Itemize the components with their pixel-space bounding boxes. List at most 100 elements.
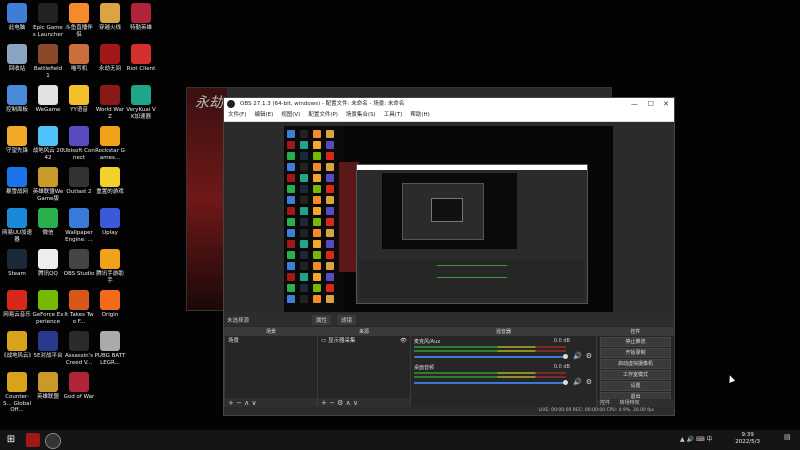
obs-preview[interactable] — [224, 122, 674, 313]
desktop-shortcut[interactable]: Rockstar Games... — [94, 126, 126, 161]
desktop-shortcut[interactable]: 英雄联盟 — [32, 372, 64, 401]
desktop-shortcut[interactable]: 重置的游戏 — [94, 167, 126, 196]
taskbar-game-icon[interactable] — [26, 433, 40, 447]
mirrored-icon — [300, 229, 308, 237]
speaker-icon[interactable]: 🔊 — [573, 378, 582, 386]
sources-dock: 来源 ▭ 显示器采集 👁 + − ⚙ ∧ ∨ — [317, 327, 411, 409]
desktop-shortcut[interactable]: 英雄联盟WeGame版 — [32, 167, 64, 202]
desktop-shortcut[interactable]: 穿越火线 — [94, 3, 126, 32]
taskbar-obs-icon[interactable] — [45, 433, 61, 449]
tab-transitions[interactable]: 转场特效 — [620, 400, 640, 406]
desktop-shortcut[interactable]: 网易UU加速器 — [1, 208, 33, 243]
desktop-shortcut[interactable]: WeGame — [32, 85, 64, 114]
menu-item[interactable]: 工具(T) — [384, 112, 403, 118]
desktop-shortcut[interactable]: 回收站 — [1, 44, 33, 73]
desktop-shortcut[interactable]: 喵写机 — [63, 44, 95, 73]
desktop-shortcut[interactable]: GeForce Experience — [32, 290, 64, 325]
mixer-name: 麦克风/Aux — [414, 339, 441, 345]
obs-window[interactable]: OBS 27.1.3 (64-bit, windows) - 配置文件: 未命名… — [223, 97, 675, 416]
desktop-shortcut[interactable]: Outlast 2 — [63, 167, 95, 196]
shortcut-label: Outlast 2 — [66, 189, 92, 195]
obs-title: OBS 27.1.3 (64-bit, windows) - 配置文件: 未命名… — [240, 101, 405, 107]
volume-knob[interactable] — [563, 354, 568, 359]
desktop-shortcut[interactable]: VeryKuai VK加速器 — [125, 85, 157, 120]
gear-icon[interactable]: ⚙ — [586, 378, 592, 386]
mirrored-icon — [313, 284, 321, 292]
scene-item[interactable]: 场景 — [225, 336, 317, 346]
virtual-camera-button[interactable]: 启动虚拟摄像机 — [600, 359, 671, 369]
system-tray[interactable]: ▲ 🔊 ⌨ 中 — [680, 433, 740, 447]
desktop-shortcut[interactable]: 《战地风云》 — [1, 331, 34, 360]
desktop-shortcut[interactable]: World War Z — [94, 85, 126, 120]
desktop-shortcut[interactable]: Assassin's Creed V... — [63, 331, 95, 366]
desktop-shortcut[interactable]: Ubisoft Connect — [63, 126, 95, 161]
properties-button[interactable]: 属性 — [312, 315, 332, 325]
app-icon — [100, 44, 120, 64]
desktop-shortcut[interactable]: 暴雪战网 — [1, 167, 33, 196]
app-icon — [7, 167, 27, 187]
desktop-shortcut[interactable]: 5E对战平台 — [32, 331, 64, 360]
obs-titlebar[interactable]: OBS 27.1.3 (64-bit, windows) - 配置文件: 未命名… — [224, 98, 674, 110]
volume-slider[interactable] — [414, 354, 568, 359]
desktop-shortcut[interactable]: 控制面板 — [1, 85, 33, 114]
desktop-shortcut[interactable]: 守望先锋 — [1, 126, 33, 155]
desktop-shortcut[interactable]: Wallpaper Engine: ... — [63, 208, 95, 243]
desktop-shortcut[interactable]: YY语音 — [63, 85, 95, 114]
input-language[interactable]: 中 — [706, 436, 712, 443]
desktop-shortcut[interactable]: Counter-S... Global Off... — [1, 372, 33, 414]
menu-item[interactable]: 文件(F) — [228, 112, 246, 118]
mirrored-icon — [326, 174, 334, 182]
mirrored-icon — [287, 196, 295, 204]
speaker-icon[interactable]: 🔊 — [573, 352, 582, 360]
volume-slider[interactable] — [414, 380, 568, 385]
desktop-shortcut[interactable]: 此电脑 — [1, 3, 33, 32]
shortcut-label: 斗鱼直播伴侣 — [65, 25, 93, 38]
windows-start-icon[interactable]: ⊞ — [4, 433, 18, 447]
desktop-shortcut[interactable]: Battlefield 1 — [32, 44, 64, 79]
desktop-shortcut[interactable]: Uplay — [94, 208, 126, 237]
settings-button[interactable]: 设置 — [600, 381, 671, 391]
desktop-shortcut[interactable]: OBS Studio — [63, 249, 95, 278]
filters-button[interactable]: 滤镜 — [337, 315, 357, 325]
source-item[interactable]: ▭ 显示器采集 👁 — [318, 336, 410, 346]
gear-icon[interactable]: ⚙ — [586, 352, 592, 360]
menu-item[interactable]: 场景集合(S) — [346, 112, 376, 118]
desktop-shortcut[interactable]: Epic Games Launcher — [32, 3, 64, 38]
stop-streaming-button[interactable]: 停止推流 — [600, 337, 671, 347]
app-icon — [69, 44, 89, 64]
desktop-shortcut[interactable]: Origin — [94, 290, 126, 319]
close-button[interactable]: ✕ — [663, 98, 669, 110]
app-icon — [38, 249, 58, 269]
menu-item[interactable]: 视图(V) — [281, 112, 300, 118]
menu-item[interactable]: 配置文件(P) — [308, 112, 338, 118]
desktop-shortcut[interactable]: Steam — [1, 249, 33, 278]
maximize-button[interactable]: ☐ — [648, 98, 654, 110]
mirrored-icon — [287, 295, 295, 303]
shortcut-label: Wallpaper Engine: ... — [65, 230, 93, 243]
desktop-shortcut[interactable]: 斗鱼直播伴侣 — [63, 3, 95, 38]
mirrored-icon — [300, 152, 308, 160]
desktop-shortcut[interactable]: It Takes Two F... — [63, 290, 95, 325]
desktop-shortcut[interactable]: 战地风云 2042 — [32, 126, 64, 161]
desktop-shortcut[interactable]: 微信 — [32, 208, 64, 237]
desktop-shortcut[interactable]: 特勤英雄 — [125, 3, 157, 32]
mirrored-icon — [300, 240, 308, 248]
visibility-eye-icon[interactable]: 👁 — [400, 336, 407, 346]
start-recording-button[interactable]: 开始录制 — [600, 348, 671, 358]
menu-item[interactable]: 编辑(E) — [254, 112, 273, 118]
shortcut-label: 网易UU加速器 — [1, 230, 33, 243]
minimize-button[interactable]: — — [631, 98, 638, 110]
tab-controls[interactable]: 控件 — [600, 400, 610, 406]
desktop-shortcut[interactable]: 腾讯手游助手 — [94, 249, 126, 284]
desktop-shortcut[interactable]: Riot Client — [125, 44, 157, 73]
desktop-shortcut[interactable]: PUBG BATTLEGR... — [94, 331, 126, 366]
notification-icon[interactable]: ▤ — [784, 433, 794, 447]
desktop-shortcut[interactable]: 永劫无间 — [94, 44, 126, 73]
menu-item[interactable]: 帮助(H) — [410, 112, 429, 118]
desktop-shortcut[interactable]: 网易云音乐 — [1, 290, 33, 319]
desktop-shortcut[interactable]: God of War — [63, 372, 95, 401]
volume-knob[interactable] — [563, 380, 568, 385]
studio-mode-button[interactable]: 工作室模式 — [600, 370, 671, 380]
desktop-shortcut[interactable]: 腾讯QQ — [32, 249, 64, 278]
clock[interactable]: 9:39 2022/5/3 — [735, 432, 760, 446]
